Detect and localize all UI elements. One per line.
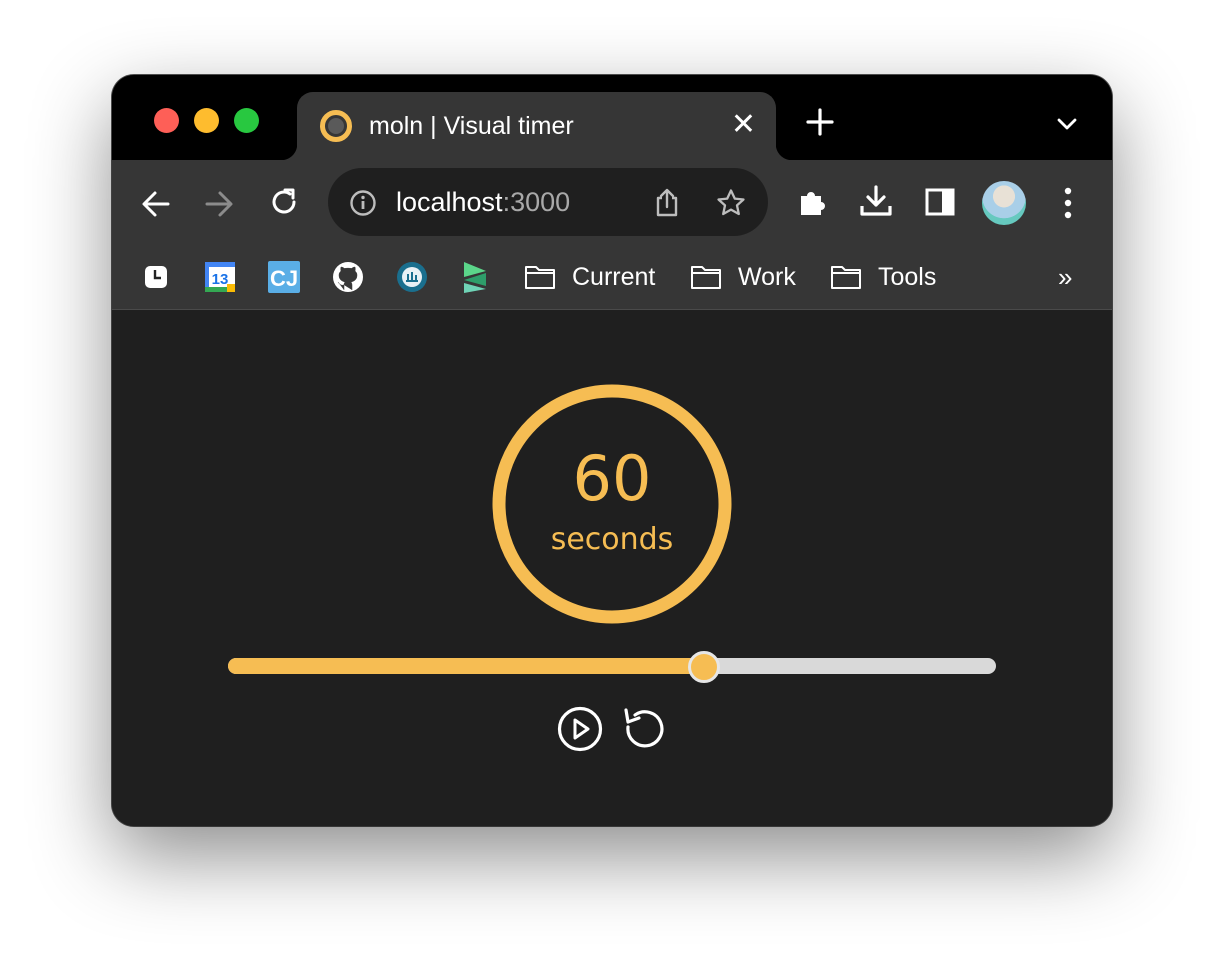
new-tab-icon[interactable] [806, 108, 834, 136]
folder-label: Work [738, 262, 796, 291]
folder-icon [525, 266, 555, 289]
forward-arrow-icon[interactable] [203, 188, 235, 220]
duration-slider[interactable] [228, 651, 996, 683]
back-arrow-icon[interactable] [140, 188, 172, 220]
github-icon [333, 262, 363, 292]
tab-close-icon[interactable]: ✕ [731, 110, 756, 140]
bookmark-folder-tools[interactable]: Tools [830, 260, 936, 294]
folder-label: Tools [878, 262, 937, 291]
browser-toolbar: localhost:3000 [112, 160, 1112, 246]
stack-logo-icon [464, 262, 486, 293]
bookmark-calendar[interactable]: 13 [204, 260, 236, 294]
folder-icon [831, 266, 861, 289]
folder-icon [691, 266, 721, 289]
site-info-icon[interactable] [349, 189, 377, 217]
title-bar: moln | Visual timer ✕ [112, 75, 1112, 160]
extensions-icon[interactable] [796, 186, 828, 218]
url-text: localhost:3000 [396, 187, 570, 218]
play-button-icon[interactable] [557, 706, 603, 752]
folder-label: Current [572, 262, 656, 291]
chevron-down-icon[interactable] [1056, 113, 1078, 135]
cj-icon: CJ [268, 261, 300, 293]
side-panel-icon[interactable] [925, 188, 955, 216]
reload-icon[interactable] [268, 186, 300, 218]
slider-thumb[interactable] [688, 651, 721, 683]
page-content: 60 seconds [112, 310, 1112, 826]
clock-icon [145, 266, 167, 288]
url-host: localhost [396, 187, 503, 217]
bookmark-folder-current[interactable]: Current [524, 260, 655, 294]
bookmark-clock[interactable] [144, 260, 168, 294]
profile-avatar[interactable] [982, 181, 1026, 225]
calendar-day: 13 [212, 271, 229, 288]
bookmark-cj[interactable]: CJ [268, 260, 300, 294]
browser-window: moln | Visual timer ✕ localhost:3000 13 … [112, 75, 1112, 826]
timer-value: 60 [572, 442, 652, 515]
bookmark-folder-work[interactable]: Work [690, 260, 796, 294]
kebab-menu-icon[interactable] [1062, 186, 1074, 220]
close-window-button[interactable] [154, 108, 179, 133]
bookmark-globe[interactable] [396, 260, 428, 294]
ring-icon [320, 110, 352, 142]
bookmark-stack[interactable] [460, 260, 490, 294]
bookmarks-bar: 13 CJ Current Work Tools » [112, 246, 1112, 310]
bookmark-star-icon[interactable] [716, 188, 746, 218]
url-port: :3000 [502, 187, 571, 217]
tab-title: moln | Visual timer [369, 112, 574, 140]
bookmarks-overflow-button[interactable]: » [1058, 260, 1072, 294]
download-icon[interactable] [859, 184, 893, 218]
globe-badge-icon [397, 262, 427, 292]
zoom-window-button[interactable] [234, 108, 259, 133]
minimize-window-button[interactable] [194, 108, 219, 133]
share-icon[interactable] [654, 188, 680, 218]
active-tab[interactable]: moln | Visual timer ✕ [281, 92, 792, 160]
timer-unit-label: seconds [550, 522, 674, 557]
reset-icon[interactable] [621, 706, 667, 752]
bookmark-github[interactable] [332, 260, 364, 294]
cj-label: CJ [270, 266, 298, 291]
traffic-lights [154, 108, 259, 133]
calendar-icon: 13 [205, 262, 235, 292]
slider-fill [228, 658, 705, 674]
address-bar[interactable]: localhost:3000 [328, 168, 768, 236]
